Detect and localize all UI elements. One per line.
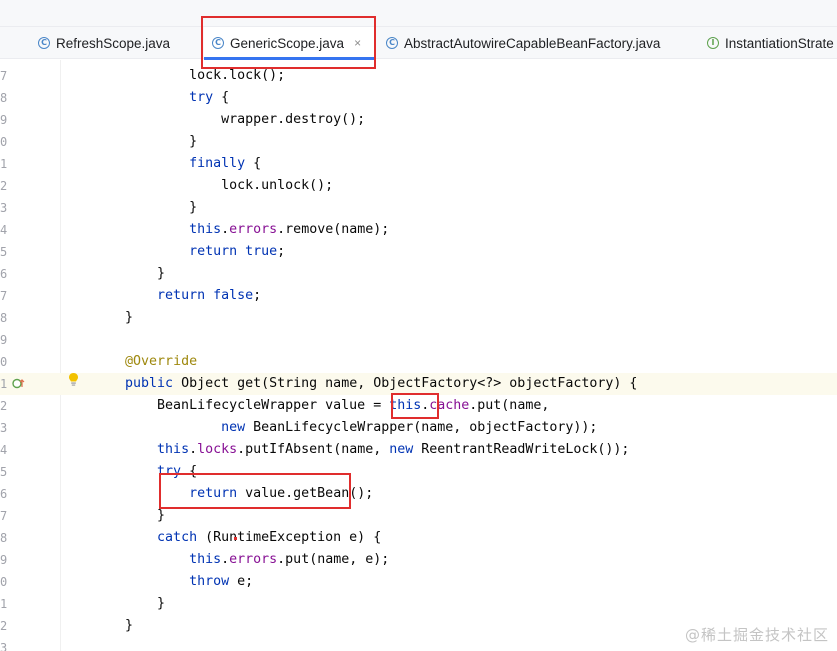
code-line: 6 } bbox=[0, 263, 837, 285]
code-text: this.errors.put(name, e); bbox=[189, 552, 390, 567]
code-text: } bbox=[93, 618, 134, 633]
code-line: 1 } bbox=[0, 593, 837, 615]
line-number: 1 bbox=[0, 377, 8, 391]
code-line: 8 catch (RuntimeException e) { bbox=[0, 527, 837, 549]
class-icon: C bbox=[212, 37, 224, 49]
code-text: } bbox=[93, 266, 166, 281]
code-text: wrapper.destroy(); bbox=[93, 112, 366, 127]
code-line: 7 lock.lock(); bbox=[0, 65, 837, 87]
implementing-method-icon[interactable] bbox=[12, 377, 25, 390]
code-line: 0 throw e; bbox=[0, 571, 837, 593]
code-text: return true; bbox=[189, 244, 286, 259]
code-text: this.locks.putIfAbsent(name, new Reentra… bbox=[157, 442, 630, 457]
line-number: 5 bbox=[0, 465, 8, 479]
code-line: 9 wrapper.destroy(); bbox=[0, 109, 837, 131]
code-text: } bbox=[93, 200, 198, 215]
code-text: try { bbox=[157, 464, 198, 479]
code-text: catch (RuntimeException e) { bbox=[157, 530, 382, 545]
code-text: BeanLifecycleWrapper value = this.cache.… bbox=[93, 398, 550, 413]
code-line: 6 return value.getBean(); bbox=[0, 483, 837, 505]
code-line: 3 new BeanLifecycleWrapper(name, objectF… bbox=[0, 417, 837, 439]
line-number: 7 bbox=[0, 289, 8, 303]
editor-tab-bar: C RefreshScope.java C GenericScope.java … bbox=[0, 27, 837, 60]
line-number: 9 bbox=[0, 333, 8, 347]
line-number: 9 bbox=[0, 553, 8, 567]
annotation-mark bbox=[234, 537, 237, 540]
line-number: 2 bbox=[0, 399, 8, 413]
line-number: 7 bbox=[0, 509, 8, 523]
line-number: 6 bbox=[0, 267, 8, 281]
code-text: return false; bbox=[157, 288, 262, 303]
line-number: 1 bbox=[0, 597, 8, 611]
code-text: @Override bbox=[125, 354, 198, 369]
close-icon[interactable]: × bbox=[354, 36, 361, 50]
tab-generic-scope[interactable]: C GenericScope.java × bbox=[204, 27, 374, 60]
code-line: 5 try { bbox=[0, 461, 837, 483]
interface-icon: I bbox=[707, 37, 719, 49]
code-line: 3 } bbox=[0, 197, 837, 219]
code-line: 9 this.errors.put(name, e); bbox=[0, 549, 837, 571]
tab-label: AbstractAutowireCapableBeanFactory.java bbox=[404, 35, 661, 51]
code-text: } bbox=[93, 310, 134, 325]
tab-label: InstantiationStrate bbox=[725, 35, 834, 51]
code-text: throw e; bbox=[189, 574, 254, 589]
line-number: 6 bbox=[0, 487, 8, 501]
line-number: 4 bbox=[0, 443, 8, 457]
code-line: 0 @Override bbox=[0, 351, 837, 373]
line-number: 8 bbox=[0, 91, 8, 105]
code-text: return value.getBean(); bbox=[189, 486, 374, 501]
tab-label: RefreshScope.java bbox=[56, 35, 171, 51]
code-line: 7 return false; bbox=[0, 285, 837, 307]
tab-refresh-scope[interactable]: C RefreshScope.java bbox=[38, 27, 188, 59]
code-line: 0 } bbox=[0, 131, 837, 153]
line-number: 1 bbox=[0, 157, 8, 171]
code-line: 4 this.errors.remove(name); bbox=[0, 219, 837, 241]
code-text: lock.unlock(); bbox=[93, 178, 334, 193]
code-text: } bbox=[93, 508, 166, 523]
lightbulb-icon[interactable] bbox=[68, 372, 79, 387]
code-line: 2 lock.unlock(); bbox=[0, 175, 837, 197]
watermark: @稀土掘金技术社区 bbox=[684, 626, 829, 644]
line-number: 9 bbox=[0, 113, 8, 127]
line-number: 0 bbox=[0, 355, 8, 369]
code-text: try { bbox=[189, 90, 230, 105]
line-number: 3 bbox=[0, 641, 8, 651]
line-number: 8 bbox=[0, 531, 8, 545]
class-icon: C bbox=[386, 37, 398, 49]
code-text: public Object get(String name, ObjectFac… bbox=[125, 376, 638, 391]
code-line: 1 finally { bbox=[0, 153, 837, 175]
code-text: } bbox=[93, 596, 166, 611]
line-number: 5 bbox=[0, 245, 8, 259]
tab-label: GenericScope.java bbox=[230, 35, 345, 51]
code-line: 7 } bbox=[0, 505, 837, 527]
current-code-line: 1 public Object get(String name, ObjectF… bbox=[0, 373, 837, 395]
code-line: 8 } bbox=[0, 307, 837, 329]
line-number: 8 bbox=[0, 311, 8, 325]
title-strip bbox=[0, 0, 837, 27]
code-text: new BeanLifecycleWrapper(name, objectFac… bbox=[221, 420, 598, 435]
ide-window: C RefreshScope.java C GenericScope.java … bbox=[0, 0, 837, 651]
tab-instantiation-strategy[interactable]: I InstantiationStrate bbox=[707, 27, 837, 59]
code-line: 8 try { bbox=[0, 87, 837, 109]
code-editor[interactable]: 7 lock.lock(); 8 try { 9 wrapper.destroy… bbox=[0, 60, 837, 651]
line-number: 0 bbox=[0, 575, 8, 589]
code-text: } bbox=[93, 134, 198, 149]
code-text: finally { bbox=[189, 156, 262, 171]
tab-abstract-autowire-capable-bean-factory[interactable]: C AbstractAutowireCapableBeanFactory.jav… bbox=[386, 27, 691, 59]
line-number: 7 bbox=[0, 69, 8, 83]
class-icon: C bbox=[38, 37, 50, 49]
line-number: 4 bbox=[0, 223, 8, 237]
line-number: 2 bbox=[0, 619, 8, 633]
line-number: 3 bbox=[0, 421, 8, 435]
code-text: this.errors.remove(name); bbox=[189, 222, 390, 237]
line-number: 3 bbox=[0, 201, 8, 215]
code-line: 4 this.locks.putIfAbsent(name, new Reent… bbox=[0, 439, 837, 461]
code-text: lock.lock(); bbox=[93, 68, 286, 83]
line-number: 2 bbox=[0, 179, 8, 193]
code-line: 9 bbox=[0, 329, 837, 351]
code-line: 2 BeanLifecycleWrapper value = this.cach… bbox=[0, 395, 837, 417]
line-number: 0 bbox=[0, 135, 8, 149]
code-line: 5 return true; bbox=[0, 241, 837, 263]
